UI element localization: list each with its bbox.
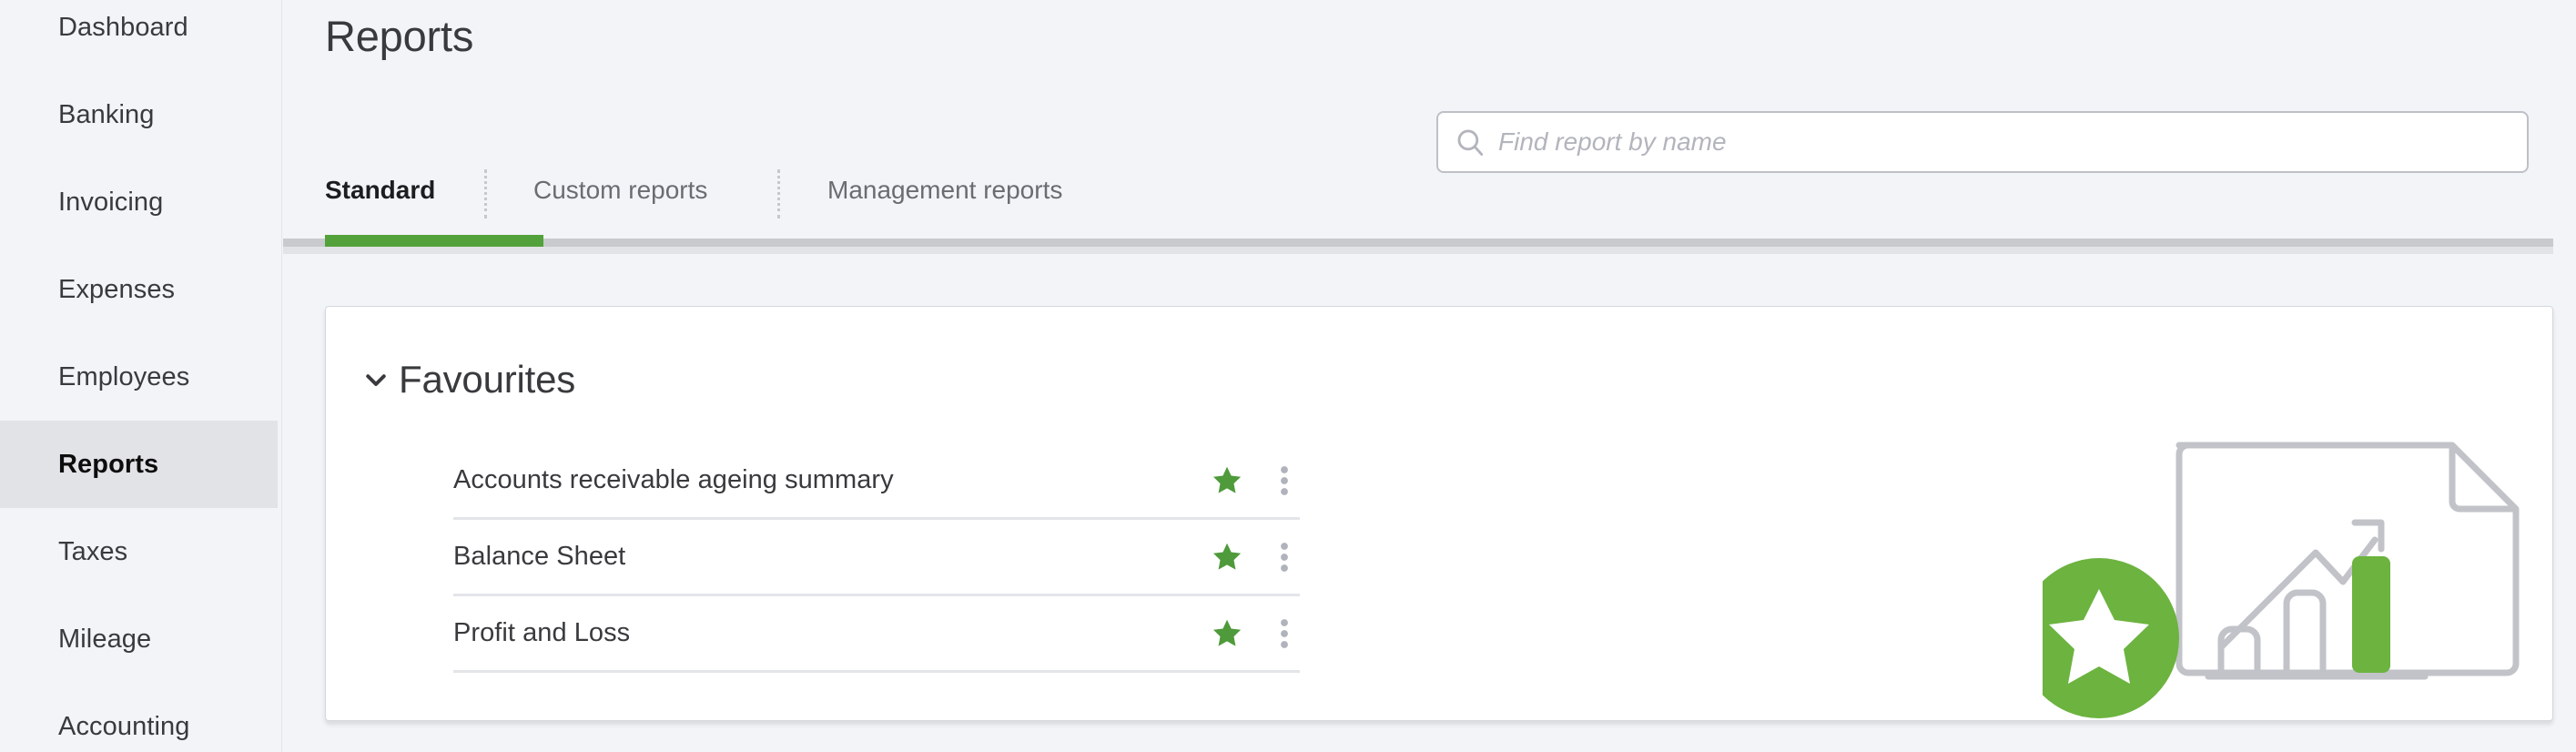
tab-underline-shadow: [283, 247, 2553, 254]
sidebar-item-banking[interactable]: Banking: [0, 71, 278, 158]
favourites-title: Favourites: [399, 358, 576, 401]
sidebar-item-label: Expenses: [58, 274, 176, 304]
report-name-link[interactable]: Profit and Loss: [453, 618, 630, 648]
sidebar-item-label: Reports: [58, 449, 159, 479]
sidebar-item-invoicing[interactable]: Invoicing: [0, 158, 278, 246]
sidebar-item-expenses[interactable]: Expenses: [0, 246, 278, 333]
table-row[interactable]: Balance Sheet: [453, 520, 1300, 596]
sidebar-item-label: Accounting: [58, 711, 190, 741]
sidebar-item-label: Dashboard: [58, 12, 188, 42]
search-icon: [1455, 127, 1486, 158]
sidebar-item-label: Invoicing: [58, 187, 164, 217]
table-row[interactable]: Profit and Loss: [453, 596, 1300, 673]
search-input[interactable]: [1498, 127, 2481, 157]
tab-management-reports[interactable]: Management reports: [827, 162, 1062, 218]
main-content: Reports Standard Custom reports Manageme…: [283, 0, 2576, 752]
row-actions: [1211, 464, 1300, 497]
sidebar-item-accounting[interactable]: Accounting: [0, 683, 278, 752]
sidebar-item-reports[interactable]: Reports: [0, 421, 278, 508]
report-name-link[interactable]: Accounts receivable ageing summary: [453, 465, 894, 495]
favourites-section-header[interactable]: Favourites: [362, 358, 575, 401]
sidebar-item-label: Employees: [58, 361, 190, 391]
row-actions: [1211, 617, 1300, 650]
sidebar-item-taxes[interactable]: Taxes: [0, 508, 278, 595]
sidebar-item-label: Mileage: [58, 624, 152, 654]
tab-label: Custom reports: [533, 176, 708, 204]
star-filled-icon[interactable]: [1211, 617, 1243, 650]
sidebar: Dashboard Banking Invoicing Expenses Emp…: [0, 0, 282, 752]
kebab-menu-icon[interactable]: [1269, 464, 1300, 497]
star-filled-icon[interactable]: [1211, 464, 1243, 497]
tab-active-indicator: [325, 235, 543, 247]
tab-label: Standard: [325, 176, 436, 204]
sidebar-item-dashboard[interactable]: Dashboard: [0, 0, 278, 71]
tab-underline-track: [283, 239, 2553, 247]
star-filled-icon[interactable]: [1211, 541, 1243, 574]
favourite-reports-illustration: [2019, 420, 2552, 720]
report-tabs: Standard Custom reports Management repor…: [283, 162, 2576, 239]
page-title: Reports: [325, 12, 474, 60]
tab-separator-1: [484, 169, 487, 218]
table-row[interactable]: Accounts receivable ageing summary: [453, 443, 1300, 520]
kebab-menu-icon[interactable]: [1269, 541, 1300, 574]
tab-standard[interactable]: Standard: [325, 162, 435, 218]
row-actions: [1211, 541, 1300, 574]
sidebar-item-employees[interactable]: Employees: [0, 333, 278, 421]
tab-separator-2: [777, 169, 780, 218]
favourites-card: Favourites Accounts receivable ageing su…: [325, 306, 2553, 721]
report-list: Accounts receivable ageing summary Balan…: [453, 443, 1300, 673]
sidebar-item-label: Banking: [58, 99, 155, 129]
sidebar-item-mileage[interactable]: Mileage: [0, 595, 278, 683]
report-name-link[interactable]: Balance Sheet: [453, 542, 625, 572]
tab-label: Management reports: [827, 176, 1063, 204]
sidebar-item-label: Taxes: [58, 536, 128, 566]
kebab-menu-icon[interactable]: [1269, 617, 1300, 650]
tab-custom-reports[interactable]: Custom reports: [533, 162, 707, 218]
chevron-down-icon[interactable]: [362, 366, 390, 393]
